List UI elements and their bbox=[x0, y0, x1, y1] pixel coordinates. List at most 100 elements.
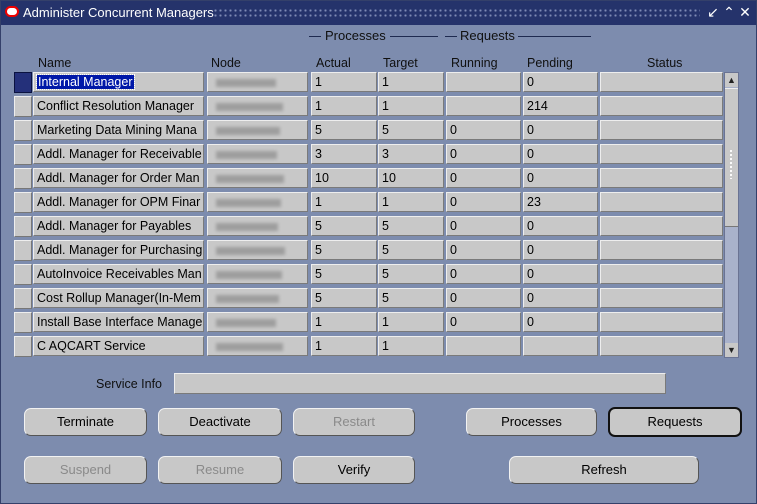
deactivate-button[interactable]: Deactivate bbox=[158, 408, 282, 436]
cell-actual[interactable]: 5 bbox=[311, 120, 377, 140]
cell-node[interactable] bbox=[207, 216, 308, 236]
cell-status[interactable] bbox=[600, 192, 723, 212]
cell-actual[interactable]: 1 bbox=[311, 192, 377, 212]
row-selector[interactable] bbox=[14, 336, 32, 357]
maximize-icon[interactable]: ⌃ bbox=[722, 4, 736, 20]
cell-actual[interactable]: 3 bbox=[311, 144, 377, 164]
cell-actual[interactable]: 5 bbox=[311, 288, 377, 308]
requests-button[interactable]: Requests bbox=[608, 407, 742, 437]
verify-button[interactable]: Verify bbox=[293, 456, 415, 484]
cell-running[interactable]: 0 bbox=[446, 120, 521, 140]
cell-node[interactable] bbox=[207, 264, 308, 284]
cell-status[interactable] bbox=[600, 216, 723, 236]
cell-status[interactable] bbox=[600, 96, 723, 116]
cell-target[interactable]: 10 bbox=[378, 168, 444, 188]
cell-name[interactable]: Conflict Resolution Manager bbox=[33, 96, 204, 116]
minimize-icon[interactable]: ↙ bbox=[706, 4, 720, 20]
cell-status[interactable] bbox=[600, 240, 723, 260]
cell-target[interactable]: 3 bbox=[378, 144, 444, 164]
scrollbar-thumb[interactable] bbox=[725, 88, 738, 227]
cell-target[interactable]: 5 bbox=[378, 216, 444, 236]
row-selector[interactable] bbox=[14, 312, 32, 333]
cell-status[interactable] bbox=[600, 264, 723, 284]
row-selector[interactable] bbox=[14, 192, 32, 213]
cell-status[interactable] bbox=[600, 72, 723, 92]
cell-target[interactable]: 1 bbox=[378, 192, 444, 212]
processes-button[interactable]: Processes bbox=[466, 408, 597, 436]
row-selector[interactable] bbox=[14, 264, 32, 285]
row-selector[interactable] bbox=[14, 120, 32, 141]
restart-button[interactable]: Restart bbox=[293, 408, 415, 436]
cell-running[interactable]: 0 bbox=[446, 288, 521, 308]
terminate-button[interactable]: Terminate bbox=[24, 408, 147, 436]
cell-target[interactable]: 5 bbox=[378, 240, 444, 260]
cell-pending[interactable]: 0 bbox=[523, 312, 598, 332]
cell-pending[interactable]: 23 bbox=[523, 192, 598, 212]
cell-target[interactable]: 1 bbox=[378, 312, 444, 332]
table-scrollbar[interactable]: ▲ ▼ bbox=[724, 72, 739, 358]
cell-running[interactable]: 0 bbox=[446, 312, 521, 332]
cell-running[interactable]: 0 bbox=[446, 240, 521, 260]
cell-node[interactable] bbox=[207, 192, 308, 212]
cell-target[interactable]: 1 bbox=[378, 72, 444, 92]
cell-running[interactable]: 0 bbox=[446, 264, 521, 284]
cell-status[interactable] bbox=[600, 312, 723, 332]
cell-pending[interactable]: 0 bbox=[523, 288, 598, 308]
cell-running[interactable]: 0 bbox=[446, 216, 521, 236]
cell-name[interactable]: Marketing Data Mining Mana bbox=[33, 120, 204, 140]
cell-name[interactable]: Internal Manager bbox=[33, 72, 204, 92]
cell-name[interactable]: Install Base Interface Manage bbox=[33, 312, 204, 332]
cell-status[interactable] bbox=[600, 336, 723, 356]
refresh-button[interactable]: Refresh bbox=[509, 456, 699, 484]
cell-pending[interactable]: 0 bbox=[523, 144, 598, 164]
cell-actual[interactable]: 1 bbox=[311, 96, 377, 116]
cell-status[interactable] bbox=[600, 288, 723, 308]
cell-name[interactable]: AutoInvoice Receivables Man bbox=[33, 264, 204, 284]
cell-node[interactable] bbox=[207, 96, 308, 116]
cell-running[interactable]: 0 bbox=[446, 192, 521, 212]
cell-name[interactable]: Addl. Manager for Purchasing bbox=[33, 240, 204, 260]
cell-target[interactable]: 5 bbox=[378, 264, 444, 284]
cell-pending[interactable] bbox=[523, 336, 598, 356]
cell-node[interactable] bbox=[207, 288, 308, 308]
cell-name[interactable]: Cost Rollup Manager(In-Mem bbox=[33, 288, 204, 308]
cell-running[interactable]: 0 bbox=[446, 168, 521, 188]
scroll-up-icon[interactable]: ▲ bbox=[725, 73, 738, 87]
cell-pending[interactable]: 214 bbox=[523, 96, 598, 116]
cell-pending[interactable]: 0 bbox=[523, 264, 598, 284]
cell-actual[interactable]: 1 bbox=[311, 72, 377, 92]
cell-actual[interactable]: 10 bbox=[311, 168, 377, 188]
row-selector[interactable] bbox=[14, 216, 32, 237]
cell-pending[interactable]: 0 bbox=[523, 240, 598, 260]
cell-target[interactable]: 5 bbox=[378, 120, 444, 140]
cell-actual[interactable]: 5 bbox=[311, 240, 377, 260]
cell-target[interactable]: 5 bbox=[378, 288, 444, 308]
row-selector[interactable] bbox=[14, 288, 32, 309]
service-info-field[interactable] bbox=[174, 373, 666, 394]
cell-running[interactable] bbox=[446, 96, 521, 116]
cell-target[interactable]: 1 bbox=[378, 96, 444, 116]
cell-name[interactable]: Addl. Manager for Payables bbox=[33, 216, 204, 236]
cell-status[interactable] bbox=[600, 144, 723, 164]
row-selector[interactable] bbox=[14, 144, 32, 165]
cell-pending[interactable]: 0 bbox=[523, 120, 598, 140]
cell-running[interactable] bbox=[446, 72, 521, 92]
close-icon[interactable]: ✕ bbox=[738, 4, 752, 20]
cell-name[interactable]: Addl. Manager for OPM Finar bbox=[33, 192, 204, 212]
cell-name[interactable]: C AQCART Service bbox=[33, 336, 204, 356]
cell-actual[interactable]: 1 bbox=[311, 312, 377, 332]
cell-node[interactable] bbox=[207, 312, 308, 332]
scroll-down-icon[interactable]: ▼ bbox=[725, 343, 738, 357]
row-selector[interactable] bbox=[14, 240, 32, 261]
cell-target[interactable]: 1 bbox=[378, 336, 444, 356]
cell-actual[interactable]: 1 bbox=[311, 336, 377, 356]
resume-button[interactable]: Resume bbox=[158, 456, 282, 484]
cell-pending[interactable]: 0 bbox=[523, 168, 598, 188]
cell-name[interactable]: Addl. Manager for Receivable bbox=[33, 144, 204, 164]
row-selector[interactable] bbox=[14, 96, 32, 117]
cell-node[interactable] bbox=[207, 336, 308, 356]
cell-pending[interactable]: 0 bbox=[523, 216, 598, 236]
cell-status[interactable] bbox=[600, 120, 723, 140]
cell-actual[interactable]: 5 bbox=[311, 216, 377, 236]
cell-node[interactable] bbox=[207, 120, 308, 140]
